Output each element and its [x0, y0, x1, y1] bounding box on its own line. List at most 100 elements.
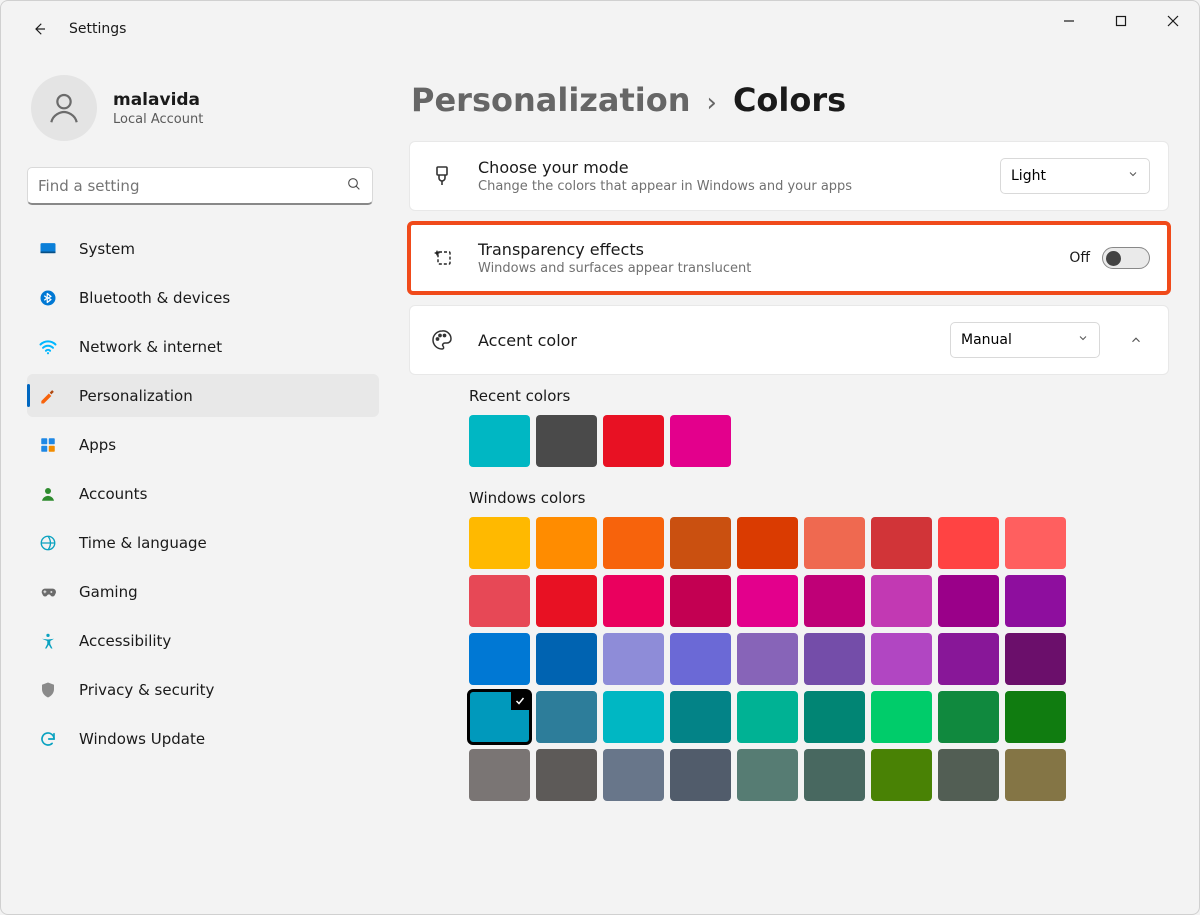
windows-color-swatch[interactable] — [938, 575, 999, 627]
windows-color-swatch[interactable] — [469, 517, 530, 569]
windows-color-swatch[interactable] — [469, 691, 530, 743]
windows-color-swatch[interactable] — [871, 517, 932, 569]
windows-color-swatch[interactable] — [804, 691, 865, 743]
windows-color-swatch[interactable] — [871, 633, 932, 685]
accounts-icon — [37, 483, 59, 505]
gamepad-icon — [37, 581, 59, 603]
windows-color-swatch[interactable] — [603, 517, 664, 569]
windows-color-swatch[interactable] — [938, 517, 999, 569]
windows-color-swatch[interactable] — [536, 575, 597, 627]
paintbrush-icon — [37, 385, 59, 407]
settings-window: Settings malavida Local Account — [0, 0, 1200, 915]
windows-color-swatch[interactable] — [938, 633, 999, 685]
toggle-state-label: Off — [1069, 250, 1090, 266]
transparency-toggle[interactable] — [1102, 247, 1150, 269]
windows-color-swatch[interactable] — [536, 691, 597, 743]
sparkle-icon — [428, 244, 456, 272]
nav-label: Time & language — [79, 534, 207, 552]
windows-color-swatch[interactable] — [469, 633, 530, 685]
card-title: Transparency effects — [478, 240, 1047, 259]
windows-color-swatch[interactable] — [1005, 575, 1066, 627]
windows-color-swatch[interactable] — [469, 575, 530, 627]
window-title: Settings — [69, 21, 126, 37]
windows-color-swatch[interactable] — [871, 575, 932, 627]
nav-label: Personalization — [79, 387, 193, 405]
windows-color-swatch[interactable] — [536, 633, 597, 685]
windows-color-swatch[interactable] — [469, 749, 530, 801]
windows-color-swatch[interactable] — [737, 691, 798, 743]
windows-color-swatch[interactable] — [804, 575, 865, 627]
chevron-right-icon: › — [707, 88, 717, 118]
windows-color-swatch[interactable] — [1005, 749, 1066, 801]
back-button[interactable] — [27, 17, 51, 41]
window-controls — [1043, 1, 1199, 41]
nav-item-accessibility[interactable]: Accessibility — [27, 619, 379, 662]
nav-label: System — [79, 240, 135, 258]
windows-color-swatch[interactable] — [603, 633, 664, 685]
shield-icon — [37, 679, 59, 701]
nav-item-apps[interactable]: Apps — [27, 423, 379, 466]
chevron-down-icon — [1127, 168, 1139, 184]
windows-color-swatch[interactable] — [737, 633, 798, 685]
search-input[interactable] — [27, 167, 373, 205]
breadcrumb-parent[interactable]: Personalization — [411, 81, 691, 119]
windows-color-swatch[interactable] — [670, 749, 731, 801]
nav-item-gaming[interactable]: Gaming — [27, 570, 379, 613]
windows-color-swatch[interactable] — [737, 517, 798, 569]
mode-select[interactable]: Light — [1000, 158, 1150, 194]
windows-color-swatch[interactable] — [1005, 691, 1066, 743]
search-field[interactable] — [38, 177, 346, 195]
nav-item-time[interactable]: Time & language — [27, 521, 379, 564]
chevron-up-icon — [1129, 333, 1143, 347]
recent-colors-heading: Recent colors — [469, 387, 1169, 405]
close-button[interactable] — [1147, 1, 1199, 41]
maximize-icon — [1115, 15, 1127, 27]
windows-color-swatch[interactable] — [603, 691, 664, 743]
windows-color-swatch[interactable] — [670, 633, 731, 685]
nav-item-network[interactable]: Network & internet — [27, 325, 379, 368]
windows-color-swatch[interactable] — [871, 749, 932, 801]
titlebar: Settings — [1, 1, 1199, 57]
windows-color-swatch[interactable] — [938, 749, 999, 801]
windows-color-swatch[interactable] — [804, 517, 865, 569]
maximize-button[interactable] — [1095, 1, 1147, 41]
card-subtitle: Windows and surfaces appear translucent — [478, 261, 1047, 276]
nav-label: Accessibility — [79, 632, 171, 650]
minimize-button[interactable] — [1043, 1, 1095, 41]
recent-color-swatch[interactable] — [536, 415, 597, 467]
nav-item-personalization[interactable]: Personalization — [27, 374, 379, 417]
windows-colors-palette — [469, 517, 1066, 801]
nav-item-system[interactable]: System — [27, 227, 379, 270]
left-panel: malavida Local Account System — [1, 57, 391, 915]
windows-color-swatch[interactable] — [536, 749, 597, 801]
windows-color-swatch[interactable] — [1005, 517, 1066, 569]
windows-color-swatch[interactable] — [737, 575, 798, 627]
accent-mode-select[interactable]: Manual — [950, 322, 1100, 358]
recent-color-swatch[interactable] — [603, 415, 664, 467]
recent-color-swatch[interactable] — [469, 415, 530, 467]
windows-color-swatch[interactable] — [871, 691, 932, 743]
profile-block[interactable]: malavida Local Account — [31, 75, 379, 141]
nav-item-update[interactable]: Windows Update — [27, 717, 379, 760]
nav-label: Apps — [79, 436, 116, 454]
windows-color-swatch[interactable] — [536, 517, 597, 569]
nav-label: Bluetooth & devices — [79, 289, 230, 307]
windows-color-swatch[interactable] — [670, 517, 731, 569]
windows-color-swatch[interactable] — [804, 749, 865, 801]
windows-color-swatch[interactable] — [670, 691, 731, 743]
windows-color-swatch[interactable] — [670, 575, 731, 627]
windows-color-swatch[interactable] — [737, 749, 798, 801]
windows-color-swatch[interactable] — [603, 749, 664, 801]
recent-color-swatch[interactable] — [670, 415, 731, 467]
windows-color-swatch[interactable] — [938, 691, 999, 743]
card-title: Choose your mode — [478, 158, 978, 177]
windows-color-swatch[interactable] — [804, 633, 865, 685]
nav-item-bluetooth[interactable]: Bluetooth & devices — [27, 276, 379, 319]
windows-color-swatch[interactable] — [603, 575, 664, 627]
page-title: Colors — [733, 81, 846, 119]
nav-item-accounts[interactable]: Accounts — [27, 472, 379, 515]
windows-color-swatch[interactable] — [1005, 633, 1066, 685]
expand-collapse-button[interactable] — [1122, 333, 1150, 347]
nav-item-privacy[interactable]: Privacy & security — [27, 668, 379, 711]
accent-color-card[interactable]: Accent color Manual — [409, 305, 1169, 375]
